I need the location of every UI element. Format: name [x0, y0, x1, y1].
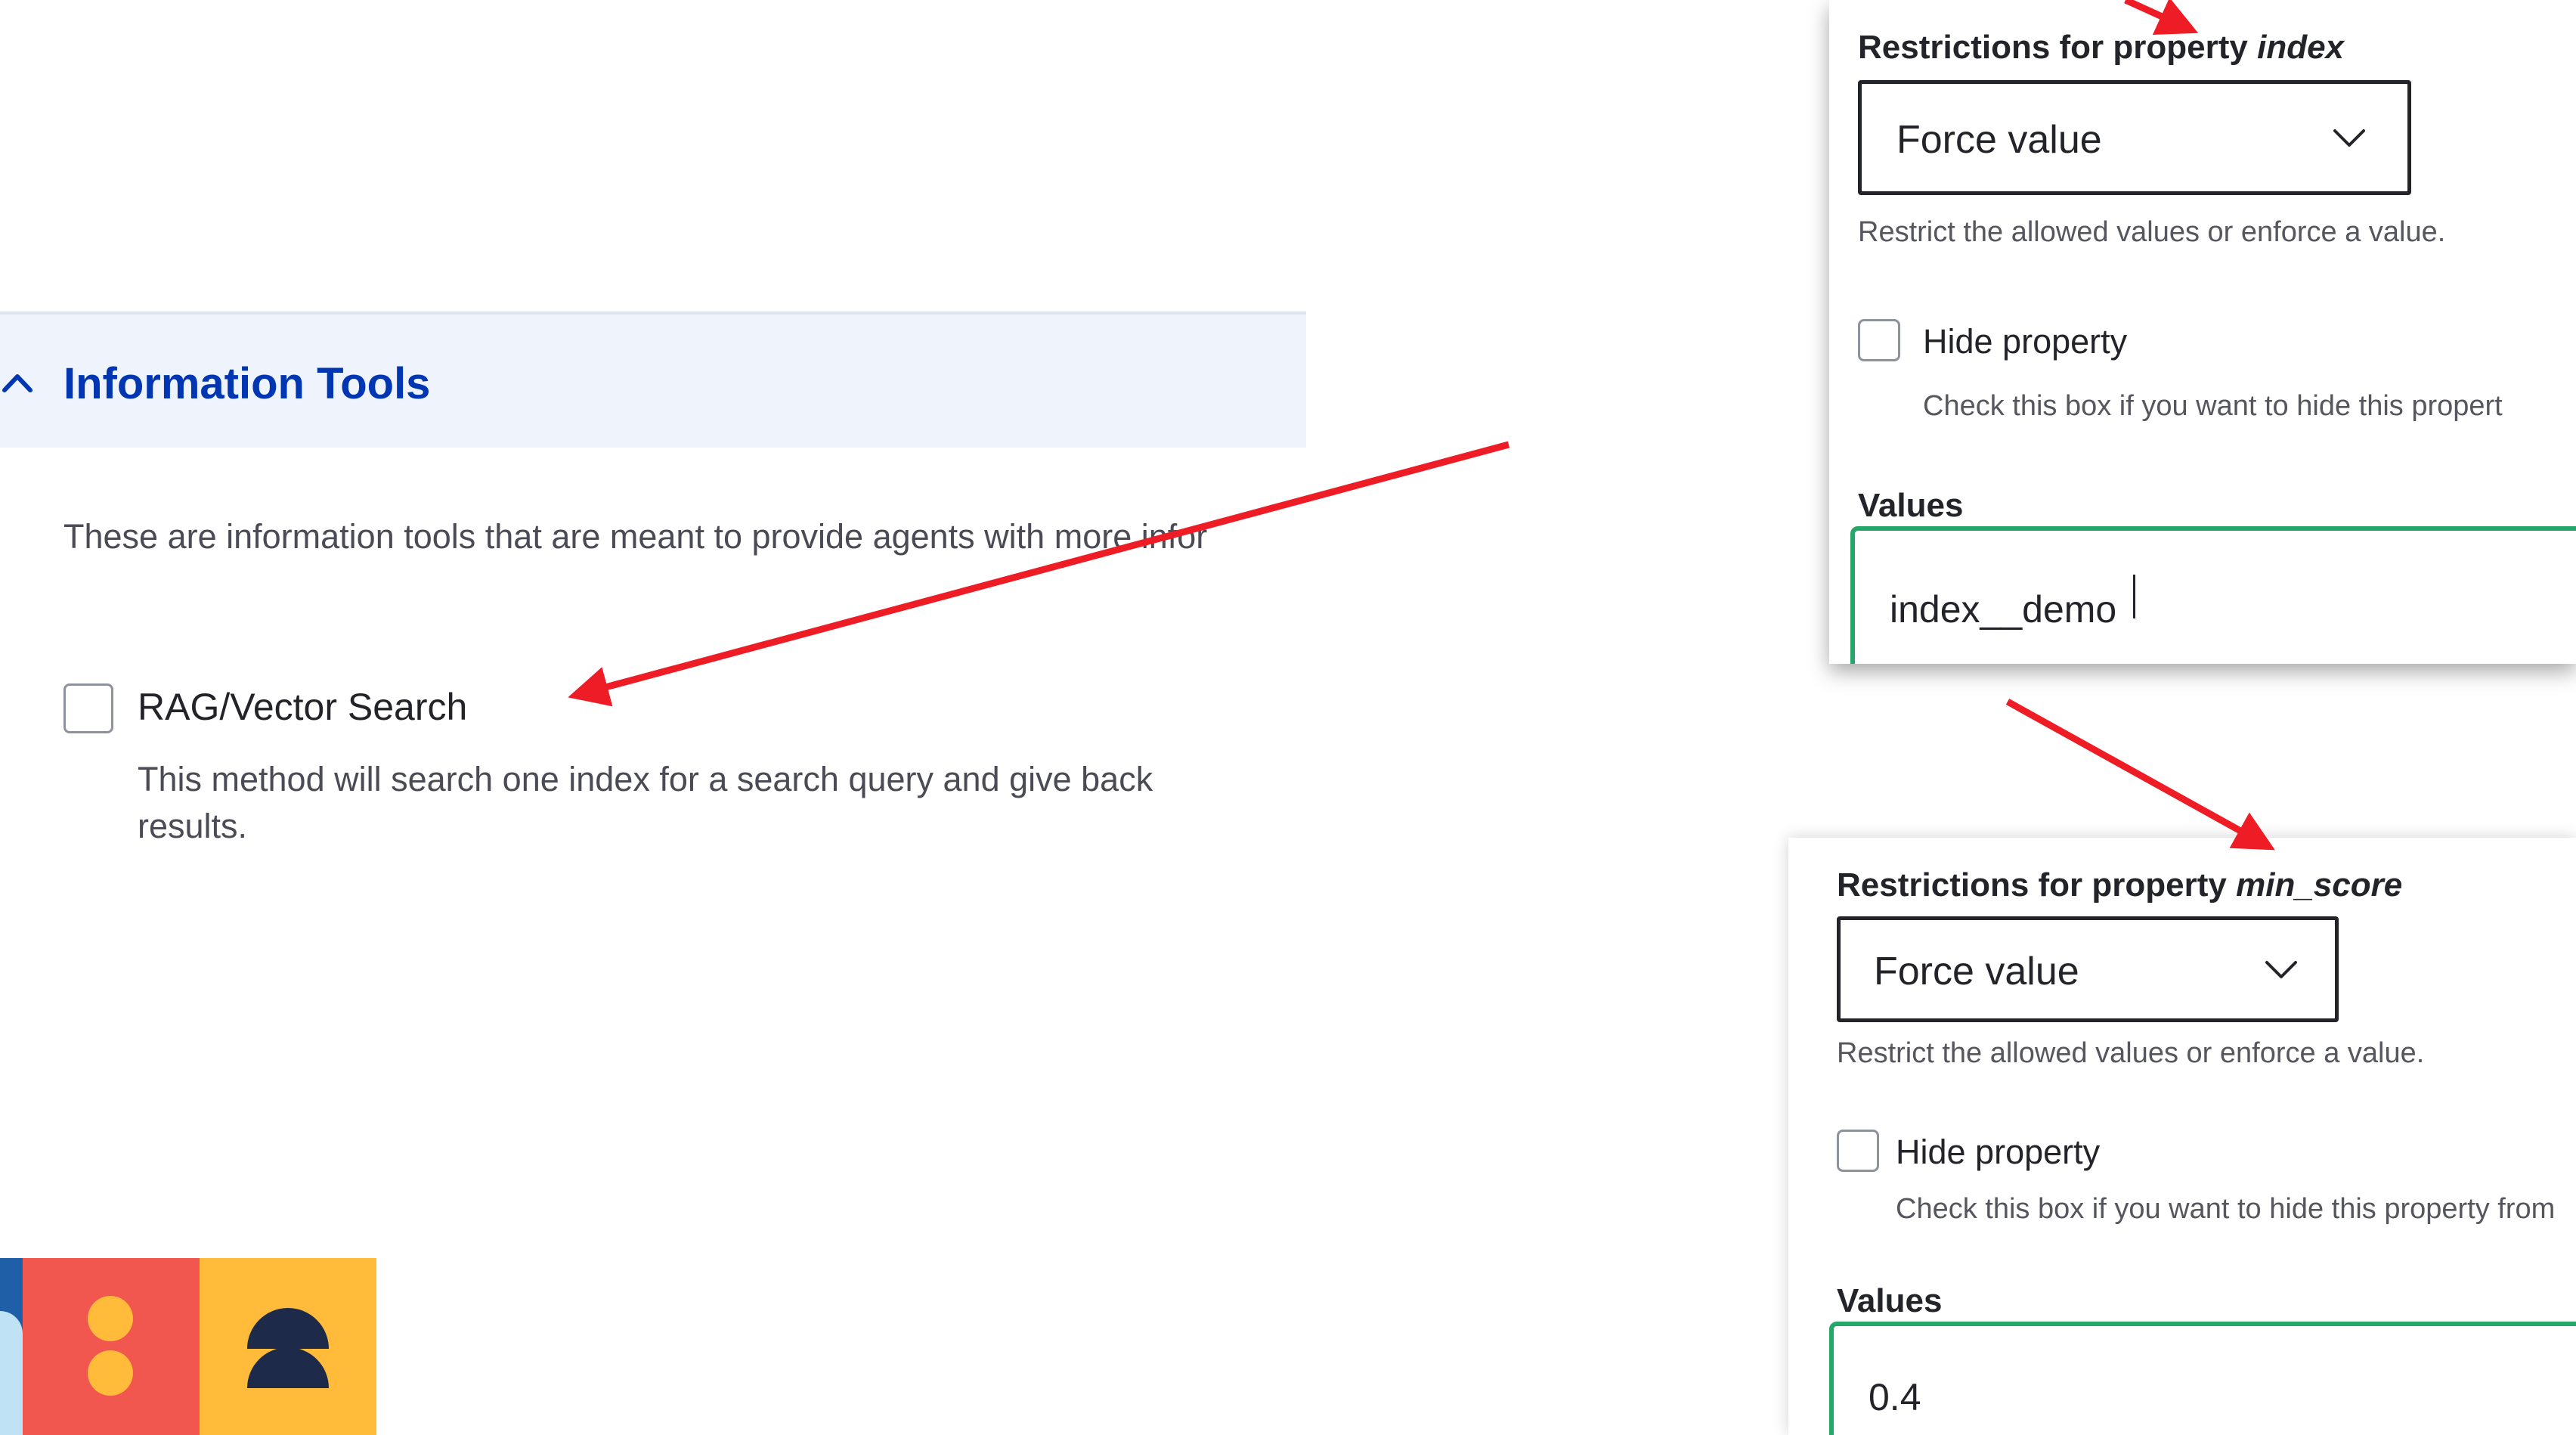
restrictions-heading: Restrictions for property index — [1858, 29, 2345, 66]
values-label: Values — [1858, 487, 1964, 524]
brand-logo — [0, 1258, 378, 1435]
values-label: Values — [1837, 1282, 1943, 1319]
rag-vector-search-label[interactable]: RAG/Vector Search — [138, 685, 467, 729]
restriction-type-select[interactable]: Force value — [1858, 80, 2411, 195]
select-help-text: Restrict the allowed values or enforce a… — [1858, 216, 2446, 248]
values-input[interactable] — [1850, 526, 2576, 664]
logo-blue-block — [0, 1258, 23, 1435]
section-description: These are information tools that are mea… — [63, 517, 1208, 556]
restrictions-heading: Restrictions for property min_score — [1837, 866, 2403, 903]
hide-property-label[interactable]: Hide property — [1896, 1133, 2100, 1172]
annotation-arrow — [2005, 699, 2275, 851]
select-value: Force value — [1874, 950, 2079, 993]
rag-vector-search-description: This method will search one index for a … — [138, 760, 1153, 845]
logo-red-block — [23, 1258, 200, 1435]
values-input[interactable] — [1829, 1322, 2576, 1435]
logo-yellow-block — [200, 1258, 376, 1435]
rag-vector-search-checkbox[interactable] — [63, 683, 113, 733]
section-title[interactable]: Information Tools — [63, 358, 430, 409]
select-value: Force value — [1896, 118, 2102, 162]
chevron-down-icon — [2333, 129, 2365, 147]
restrictions-panel-min-score: Restrictions for property min_score Forc… — [1788, 838, 2576, 1435]
hide-property-label[interactable]: Hide property — [1923, 322, 2127, 361]
annotation-arrow — [568, 441, 1510, 707]
text-caret — [2133, 575, 2135, 618]
person-icon — [247, 1308, 329, 1349]
hide-property-help: Check this box if you want to hide this … — [1896, 1193, 2556, 1225]
hide-property-checkbox[interactable] — [1858, 319, 1900, 361]
chevron-up-icon[interactable] — [2, 367, 33, 399]
restriction-type-select[interactable]: Force value — [1837, 916, 2339, 1022]
hide-property-help: Check this box if you want to hide this … — [1923, 390, 2503, 422]
select-help-text: Restrict the allowed values or enforce a… — [1837, 1037, 2425, 1069]
chevron-down-icon — [2265, 961, 2297, 978]
information-tools-header[interactable]: Information Tools — [0, 311, 1306, 448]
hide-property-checkbox[interactable] — [1837, 1130, 1879, 1172]
restrictions-panel-index: Restrictions for property index Force va… — [1829, 0, 2576, 664]
